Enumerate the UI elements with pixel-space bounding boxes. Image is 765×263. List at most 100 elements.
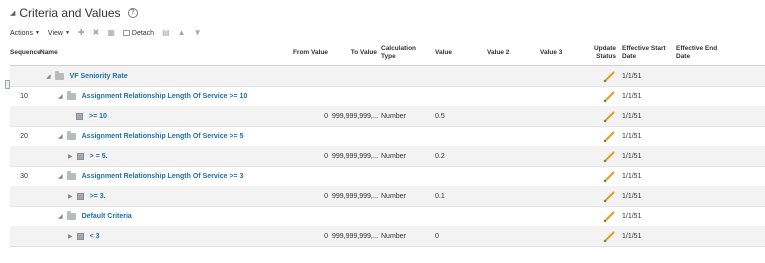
collapse-icon[interactable]: ◢ xyxy=(46,73,51,80)
row-name[interactable]: VF Seniority Rate xyxy=(70,73,128,80)
edit-pencil-icon[interactable] xyxy=(604,186,616,206)
add-icon[interactable]: ✚ xyxy=(78,29,85,37)
criteria-icon xyxy=(76,152,84,160)
row-name-cell: ▶ >= 3. xyxy=(68,186,106,206)
help-icon[interactable]: ? xyxy=(127,8,138,18)
row-name[interactable]: < 3 xyxy=(90,233,100,240)
folder-icon xyxy=(66,90,76,100)
row-to-value: 999,999,999,... xyxy=(332,112,379,120)
collapse-icon[interactable]: ◢ xyxy=(58,133,63,140)
section-title: Criteria and Values xyxy=(19,6,121,20)
collapse-all-icon[interactable]: ▼ xyxy=(194,29,202,37)
row-sequence xyxy=(10,186,38,206)
row-name[interactable]: >= 3. xyxy=(90,193,106,200)
table-row[interactable]: 30 ◢ Assignment Relationship Length Of S… xyxy=(10,166,765,186)
criteria-icon xyxy=(76,192,84,200)
col-value3[interactable]: Value 3 xyxy=(540,42,580,64)
expand-all-icon[interactable]: ▲ xyxy=(178,29,186,37)
row-to-value: 999,999,999,... xyxy=(332,152,379,160)
criteria-icon xyxy=(76,112,83,120)
row-sequence: 30 xyxy=(20,172,28,180)
row-to-value: 999,999,999,... xyxy=(332,232,379,240)
row-name[interactable]: Assignment Relationship Length Of Servic… xyxy=(82,133,244,140)
row-value: 0.2 xyxy=(435,152,445,160)
criteria-icon xyxy=(76,232,84,240)
collapse-icon[interactable]: ◢ xyxy=(10,10,15,17)
table-row[interactable]: ▶ > = 5. 0 999,999,999,... Number 0.2 1/… xyxy=(10,146,765,166)
detach-button[interactable]: Detach xyxy=(122,29,155,37)
edit-pencil-icon[interactable] xyxy=(604,146,616,166)
table-row[interactable]: ◢ Default Criteria 1/1/51 xyxy=(10,206,765,226)
edit-pencil-icon[interactable] xyxy=(604,126,616,146)
row-sequence: 10 xyxy=(20,92,28,100)
row-calculation-type: Number xyxy=(381,112,406,120)
freeze-icon[interactable]: ▦ xyxy=(107,29,115,37)
detach-icon xyxy=(122,30,130,36)
table-footer-divider xyxy=(10,246,765,247)
row-sequence xyxy=(10,66,38,86)
row-sequence xyxy=(10,226,38,246)
expand-icon[interactable]: ▶ xyxy=(68,233,73,240)
col-value2[interactable]: Value 2 xyxy=(487,42,527,64)
row-name-cell: ◢ Assignment Relationship Length Of Serv… xyxy=(58,86,247,106)
toolbar: Actions ▼ View ▼ ✚ ✖ ▦ Detach ▤ ▲ ▼ xyxy=(10,27,209,39)
row-value: 0.5 xyxy=(435,112,445,120)
col-from-value[interactable]: From Value xyxy=(278,42,328,64)
col-to-value[interactable]: To Value xyxy=(332,42,377,64)
col-value[interactable]: Value xyxy=(435,42,475,64)
chevron-down-icon: ▼ xyxy=(64,30,70,36)
collapse-icon[interactable]: ◢ xyxy=(58,93,63,100)
edit-pencil-icon[interactable] xyxy=(604,66,616,86)
view-menu[interactable]: View ▼ xyxy=(48,30,70,37)
row-start-date: 1/1/51 xyxy=(622,192,642,200)
col-effective-end-date[interactable]: Effective End Date xyxy=(676,42,726,64)
detach-label: Detach xyxy=(131,29,155,37)
actions-menu[interactable]: Actions ▼ xyxy=(10,30,40,37)
row-value: 0.1 xyxy=(435,192,445,200)
row-name-cell: ◢ Assignment Relationship Length Of Serv… xyxy=(58,166,243,186)
row-name[interactable]: >= 10 xyxy=(89,113,107,120)
row-start-date: 1/1/51 xyxy=(622,92,642,100)
row-start-date: 1/1/51 xyxy=(622,232,642,240)
folder-icon xyxy=(66,130,76,140)
edit-pencil-icon[interactable] xyxy=(604,206,616,226)
table-row[interactable]: ◢ VF Seniority Rate 1/1/51 xyxy=(10,66,765,86)
col-effective-start-date[interactable]: Effective Start Date xyxy=(622,42,672,64)
row-start-date: 1/1/51 xyxy=(622,72,642,80)
table-row[interactable]: ▶ >= 3. 0 999,999,999,... Number 0.1 1/1… xyxy=(10,186,765,206)
table-row[interactable]: 10 ◢ Assignment Relationship Length Of S… xyxy=(10,86,765,106)
row-name[interactable]: Default Criteria xyxy=(82,213,132,220)
section-header: ◢ Criteria and Values ? xyxy=(10,5,138,21)
edit-pencil-icon[interactable] xyxy=(604,166,616,186)
row-to-value: 999,999,999,... xyxy=(332,192,379,200)
collapse-icon[interactable]: ◢ xyxy=(58,173,63,180)
edit-pencil-icon[interactable] xyxy=(604,86,616,106)
wrap-icon[interactable]: ▤ xyxy=(162,29,170,37)
row-name-cell: ◢ Assignment Relationship Length Of Serv… xyxy=(58,126,243,146)
table-row[interactable]: >= 10 0 999,999,999,... Number 0.5 1/1/5… xyxy=(10,106,765,126)
expand-icon[interactable]: ▶ xyxy=(68,193,73,200)
row-name-cell: ▶ > = 5. xyxy=(68,146,108,166)
row-calculation-type: Number xyxy=(381,152,406,160)
row-name-cell: ◢ Default Criteria xyxy=(58,206,132,226)
delete-icon[interactable]: ✖ xyxy=(93,29,100,37)
view-label: View xyxy=(47,29,63,37)
row-name[interactable]: > = 5. xyxy=(90,153,108,160)
actions-label: Actions xyxy=(10,29,33,37)
row-calculation-type: Number xyxy=(381,232,406,240)
col-sequence[interactable]: Sequence xyxy=(10,42,41,64)
row-from-value: 0 xyxy=(324,232,328,240)
edit-pencil-icon[interactable] xyxy=(604,226,616,246)
collapse-icon[interactable]: ◢ xyxy=(58,213,63,220)
table-row[interactable]: 20 ◢ Assignment Relationship Length Of S… xyxy=(10,126,765,146)
table-row[interactable]: ▶ < 3 0 999,999,999,... Number 0 1/1/51 xyxy=(10,226,765,246)
row-name[interactable]: Assignment Relationship Length Of Servic… xyxy=(82,93,248,100)
edit-pencil-icon[interactable] xyxy=(604,106,616,126)
row-name[interactable]: Assignment Relationship Length Of Servic… xyxy=(82,173,244,180)
row-sequence xyxy=(10,206,38,226)
folder-icon xyxy=(54,70,64,80)
col-update-status[interactable]: Update Status xyxy=(582,42,616,64)
col-name[interactable]: Name xyxy=(40,42,140,64)
col-calculation-type[interactable]: Calculation Type xyxy=(381,42,429,64)
expand-icon[interactable]: ▶ xyxy=(68,153,73,160)
